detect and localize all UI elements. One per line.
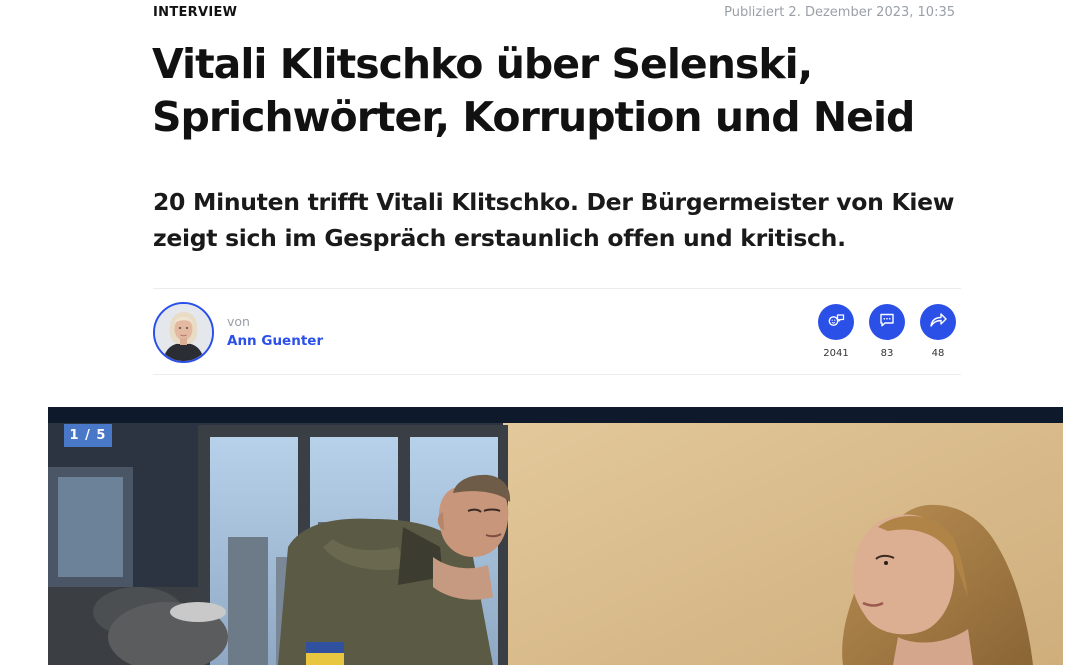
divider-bottom	[153, 374, 961, 375]
comments-action[interactable]: 83	[868, 304, 906, 364]
article-page: INTERVIEW Publiziert 2. Dezember 2023, 1…	[0, 0, 1080, 665]
shares-count: 48	[931, 348, 945, 359]
article-headline: Vitali Klitschko über Selenski, Sprichwö…	[152, 40, 915, 141]
author-name-link[interactable]: Ann Guenter	[227, 331, 323, 351]
gallery-counter: 1 / 5	[64, 424, 112, 447]
reactions-count: 2041	[823, 348, 849, 359]
gallery-photo	[48, 407, 1063, 665]
share-icon	[929, 312, 947, 332]
share-action[interactable]: 48	[919, 304, 957, 364]
article-actions: 2041 83 48	[817, 304, 957, 364]
divider-top	[153, 288, 961, 289]
share-button[interactable]	[920, 304, 956, 340]
reactions-button[interactable]	[818, 304, 854, 340]
reactions-action[interactable]: 2041	[817, 304, 855, 364]
comments-count: 83	[880, 348, 894, 359]
author-text: von Ann Guenter	[227, 313, 323, 351]
author-photo	[155, 303, 212, 361]
gallery-top-bar	[48, 407, 1063, 423]
author-by-label: von	[227, 314, 250, 329]
category-kicker[interactable]: INTERVIEW	[153, 5, 237, 20]
comment-icon	[879, 312, 895, 332]
article-lead: 20 Minuten trifft Vitali Klitschko. Der …	[153, 188, 955, 252]
comments-button[interactable]	[869, 304, 905, 340]
author-avatar[interactable]	[153, 301, 214, 363]
author-block[interactable]: von Ann Guenter	[153, 299, 323, 365]
reactions-icon	[827, 312, 845, 332]
publish-date: Publiziert 2. Dezember 2023, 10:35	[724, 4, 955, 20]
photo-gallery[interactable]: 1 / 5	[48, 407, 1063, 665]
article-meta: INTERVIEW Publiziert 2. Dezember 2023, 1…	[153, 3, 955, 21]
